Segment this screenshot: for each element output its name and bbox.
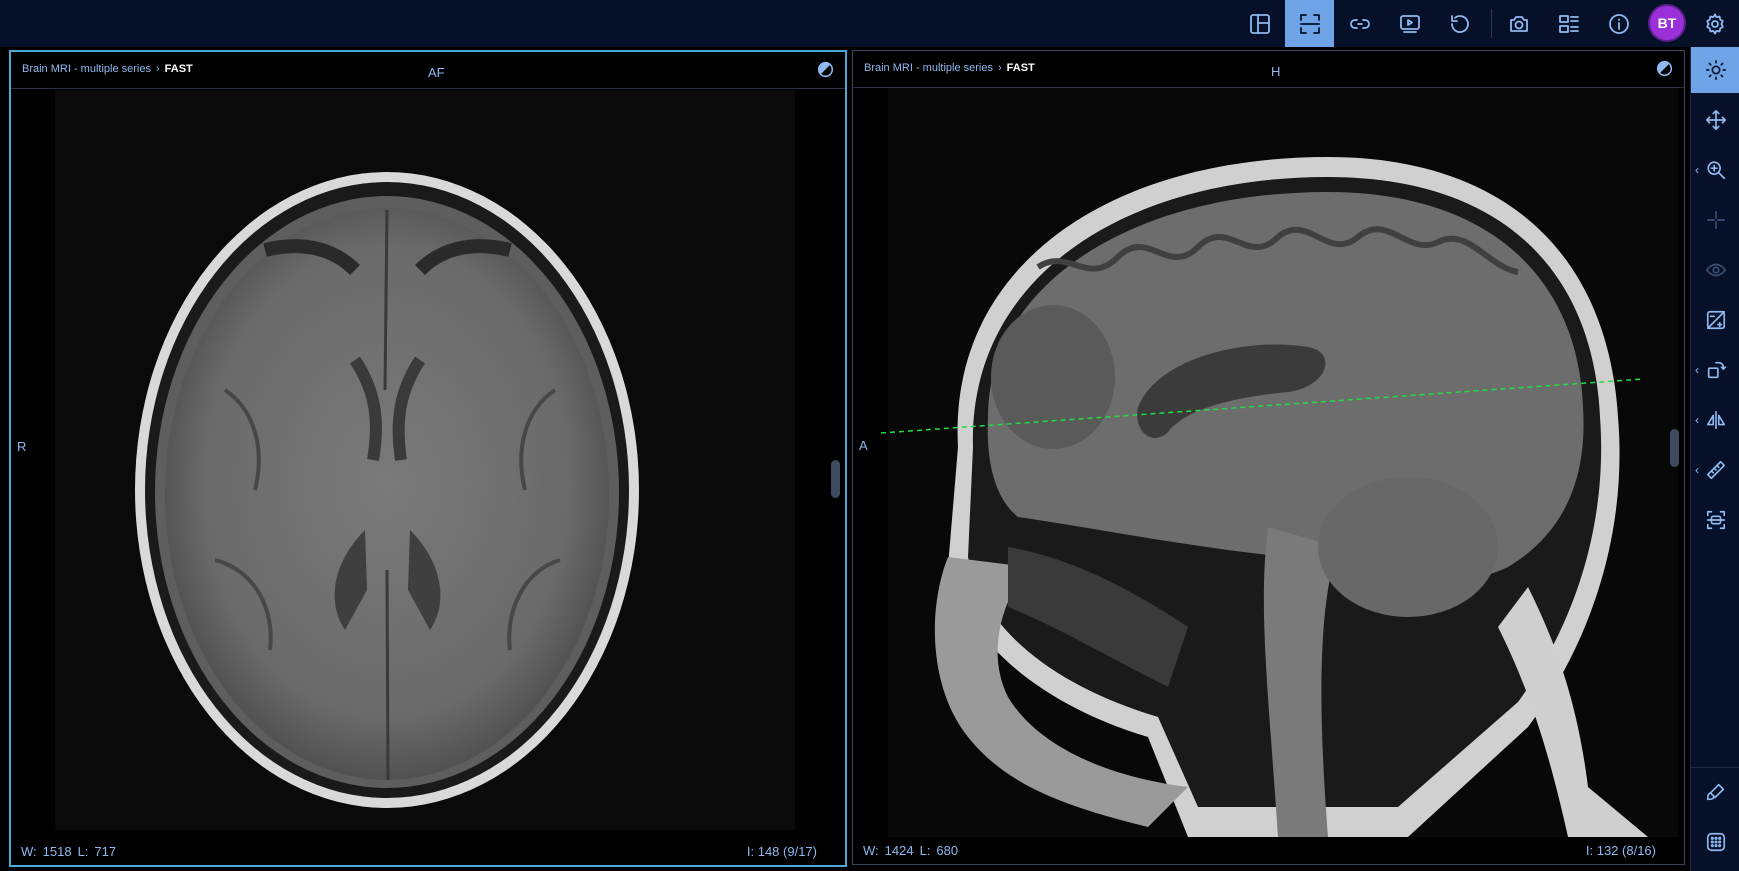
info-icon <box>1608 13 1629 34</box>
window-preset-tool[interactable] <box>1691 297 1739 343</box>
link-icon <box>1349 18 1370 29</box>
orientation-top: AF <box>428 65 445 80</box>
gear-icon <box>1705 13 1724 34</box>
more-tools[interactable] <box>1691 819 1739 865</box>
chevron-left-icon[interactable]: ‹ <box>1695 413 1699 427</box>
pan-icon <box>1705 110 1726 130</box>
crosshair-tool[interactable] <box>1691 197 1739 243</box>
slice-scrollbar[interactable] <box>831 460 840 498</box>
toolbar-divider <box>1691 767 1739 768</box>
study-name[interactable]: Brain MRI - multiple series <box>864 62 993 74</box>
eye-icon <box>1705 263 1726 277</box>
flip-tool[interactable]: ‹ <box>1691 397 1739 443</box>
layout-button[interactable] <box>1235 0 1284 47</box>
flip-icon <box>1706 410 1725 430</box>
viewport-axial[interactable]: Brain MRI - multiple series › FAST AF R W:… <box>9 50 847 867</box>
link-button[interactable] <box>1335 0 1384 47</box>
toolbar-divider <box>1491 9 1492 38</box>
level-value: 717 <box>94 844 117 859</box>
zoom-icon <box>1706 161 1725 180</box>
image-index: I: 132 (8/16) <box>1585 843 1656 858</box>
window-preset-icon <box>1706 310 1725 330</box>
level-label: L: <box>77 844 89 859</box>
info-button[interactable] <box>1594 0 1643 47</box>
orientation-left: R <box>17 439 27 454</box>
level-value: 680 <box>936 843 959 858</box>
cine-icon <box>1399 14 1420 33</box>
reset-icon <box>1450 14 1469 33</box>
study-name[interactable]: Brain MRI - multiple series <box>22 63 151 75</box>
orientation-top: H <box>1271 64 1281 79</box>
mri-axial-image <box>55 90 795 830</box>
rotate-tool[interactable]: ‹ <box>1691 347 1739 393</box>
breadcrumb-separator: › <box>997 62 1002 74</box>
tools-sidebar: ‹ ‹ ‹ ‹ <box>1690 47 1739 871</box>
top-toolbar: BT <box>0 0 1739 47</box>
series-list-button[interactable] <box>1544 0 1593 47</box>
window-value: 1424 <box>884 843 914 858</box>
window-label: W: <box>863 843 879 858</box>
measure-tool[interactable]: ‹ <box>1691 447 1739 493</box>
ruler-icon <box>1706 460 1725 480</box>
series-name: FAST <box>164 63 193 75</box>
reference-line <box>880 378 1644 434</box>
window-label: W: <box>21 844 37 859</box>
camera-icon <box>1509 15 1528 32</box>
contrast-icon[interactable] <box>1656 60 1673 77</box>
fullscreen-frame-button[interactable] <box>1285 0 1334 47</box>
slice-scrollbar[interactable] <box>1670 429 1679 467</box>
zoom-tool[interactable]: ‹ <box>1691 147 1739 193</box>
breadcrumb-separator: › <box>155 63 160 75</box>
layout-icon <box>1249 13 1270 34</box>
viewport-header: Brain MRI - multiple series › FAST <box>853 51 1684 88</box>
window-value: 1518 <box>42 844 72 859</box>
rotate-icon <box>1707 361 1726 379</box>
level-label: L: <box>919 843 931 858</box>
image-index: I: 148 (9/17) <box>746 844 817 859</box>
visibility-tool[interactable] <box>1691 247 1739 293</box>
chevron-left-icon[interactable]: ‹ <box>1695 163 1699 177</box>
user-avatar[interactable]: BT <box>1650 6 1684 40</box>
settings-button[interactable] <box>1690 0 1739 47</box>
reset-button[interactable] <box>1435 0 1484 47</box>
orientation-left: A <box>859 438 868 453</box>
breadcrumb: Brain MRI - multiple series › FAST <box>864 62 1035 74</box>
viewport-sagittal[interactable]: Brain MRI - multiple series › FAST H A W: 1… <box>852 50 1685 865</box>
crosshair-icon <box>1706 210 1725 230</box>
window-level-tool[interactable] <box>1691 47 1739 93</box>
brush-icon <box>1706 783 1724 801</box>
scan-tool[interactable] <box>1691 497 1739 543</box>
chevron-left-icon[interactable]: ‹ <box>1695 463 1699 477</box>
chevron-left-icon[interactable]: ‹ <box>1695 363 1699 377</box>
contrast-icon[interactable] <box>817 61 834 78</box>
scan-icon <box>1706 510 1725 530</box>
screenshot-button[interactable] <box>1494 0 1543 47</box>
cine-button[interactable] <box>1385 0 1434 47</box>
window-level: W: 1518 L: 717 <box>21 844 122 859</box>
annotate-tool[interactable] <box>1691 769 1739 815</box>
sun-icon <box>1705 60 1726 80</box>
series-name: FAST <box>1006 62 1035 74</box>
pan-tool[interactable] <box>1691 97 1739 143</box>
window-level: W: 1424 L: 680 <box>863 843 964 858</box>
pattern-icon <box>1706 832 1725 852</box>
fullscreen-frame-icon <box>1299 13 1320 34</box>
series-list-icon <box>1558 14 1579 33</box>
breadcrumb: Brain MRI - multiple series › FAST <box>22 63 193 75</box>
